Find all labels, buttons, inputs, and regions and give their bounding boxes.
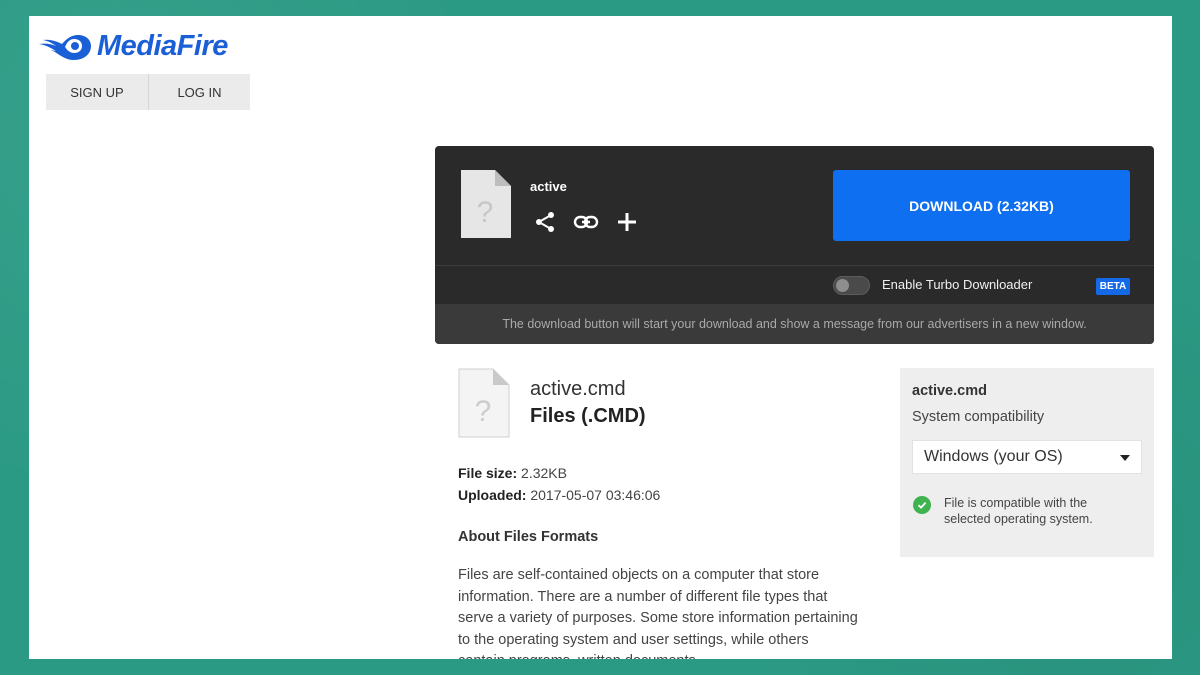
file-size-label: File size: <box>458 465 518 481</box>
compat-status: File is compatible with the selected ope… <box>913 495 1124 527</box>
download-panel: ? active DOWNLOAD (2.32KB) Enable Turbo … <box>435 146 1154 344</box>
download-note: The download button will start your down… <box>435 304 1154 344</box>
plus-icon[interactable] <box>614 209 640 235</box>
beta-badge: BETA <box>1096 278 1130 295</box>
caret-down-icon <box>1120 455 1130 461</box>
compat-file-name: active.cmd <box>912 383 987 399</box>
flame-logo-icon <box>37 29 93 63</box>
about-text: Files are self-contained objects on a co… <box>458 567 858 659</box>
compat-label: System compatibility <box>912 409 1045 425</box>
turbo-downloader-row: Enable Turbo Downloader BETA <box>435 265 1154 304</box>
uploaded-row: Uploaded: 2017-05-07 03:46:06 <box>458 484 660 506</box>
auth-buttons: SIGN UP LOG IN <box>46 74 250 110</box>
file-meta: File size: 2.32KB Uploaded: 2017-05-07 0… <box>458 462 660 506</box>
mediafire-page: MediaFire SIGN UP LOG IN ? active DOWNLO… <box>29 16 1172 659</box>
unknown-file-icon: ? <box>458 368 510 443</box>
sign-up-button[interactable]: SIGN UP <box>46 74 148 110</box>
file-name: active.cmd <box>530 378 626 400</box>
check-circle-icon <box>913 496 931 514</box>
uploaded-label: Uploaded: <box>458 487 527 503</box>
unknown-file-icon: ? <box>461 170 511 243</box>
file-size-row: File size: 2.32KB <box>458 462 660 484</box>
turbo-downloader-label: Enable Turbo Downloader <box>882 277 1033 292</box>
turbo-downloader-toggle[interactable] <box>833 276 870 295</box>
link-icon[interactable] <box>573 209 599 235</box>
svg-text:?: ? <box>475 395 492 428</box>
about-title: About Files Formats <box>458 529 599 545</box>
download-panel-top: ? active DOWNLOAD (2.32KB) <box>435 146 1154 265</box>
uploaded-value: 2017-05-07 03:46:06 <box>530 487 661 503</box>
compat-message: File is compatible with the selected ope… <box>944 496 1093 526</box>
os-select-value: Windows (your OS) <box>924 448 1063 465</box>
compatibility-panel: active.cmd System compatibility Windows … <box>900 368 1154 557</box>
file-size-value: 2.32KB <box>521 465 567 481</box>
os-select[interactable]: Windows (your OS) <box>912 440 1142 474</box>
download-filename: active <box>530 179 567 194</box>
log-in-button[interactable]: LOG IN <box>148 74 250 110</box>
file-type: Files (.CMD) <box>530 405 646 427</box>
mediafire-logo[interactable]: MediaFire <box>37 26 228 66</box>
svg-text:?: ? <box>477 196 494 229</box>
share-icon[interactable] <box>532 209 558 235</box>
brand-name: MediaFire <box>97 29 228 62</box>
toggle-knob <box>836 279 849 292</box>
file-actions <box>532 209 640 235</box>
download-button[interactable]: DOWNLOAD (2.32KB) <box>833 170 1130 241</box>
